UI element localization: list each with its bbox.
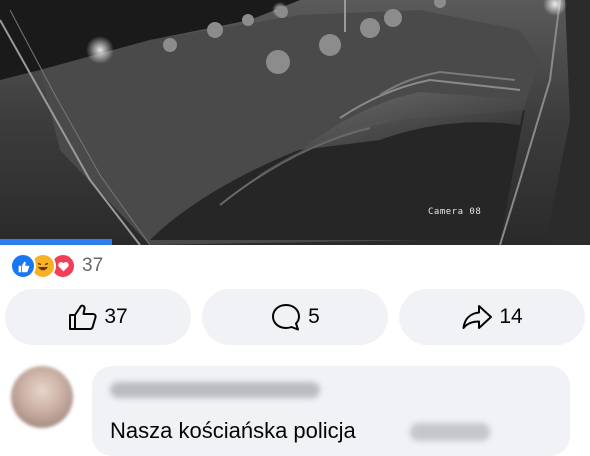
commenter-avatar[interactable]	[11, 366, 73, 428]
commenter-name-blurred[interactable]	[110, 382, 320, 398]
reactions-summary[interactable]: 37	[10, 253, 103, 279]
like-button[interactable]: 37	[5, 289, 191, 345]
like-reaction-icon	[10, 253, 36, 279]
video-player[interactable]: Camera 08	[0, 0, 590, 245]
comment-bubble: Nasza kościańska policja	[92, 366, 570, 456]
reactions-count: 37	[82, 255, 104, 276]
comment-count: 5	[308, 305, 320, 328]
video-frame	[0, 0, 590, 245]
camera-label: Camera 08	[428, 207, 482, 217]
comment-bubble-icon	[272, 304, 301, 331]
comment-button[interactable]: 5	[202, 289, 388, 345]
comment-text: Nasza kościańska policja	[110, 418, 356, 443]
video-progress-fill	[0, 239, 113, 245]
comment-preview[interactable]: Nasza kościańska policja	[0, 358, 590, 456]
share-count: 14	[499, 305, 523, 328]
comment-text-blurred	[410, 423, 490, 441]
video-progress-bar[interactable]	[0, 239, 590, 245]
share-arrow-icon	[462, 305, 493, 329]
thumbs-up-icon	[69, 304, 97, 330]
share-button[interactable]: 14	[399, 289, 585, 345]
like-count: 37	[104, 305, 128, 328]
